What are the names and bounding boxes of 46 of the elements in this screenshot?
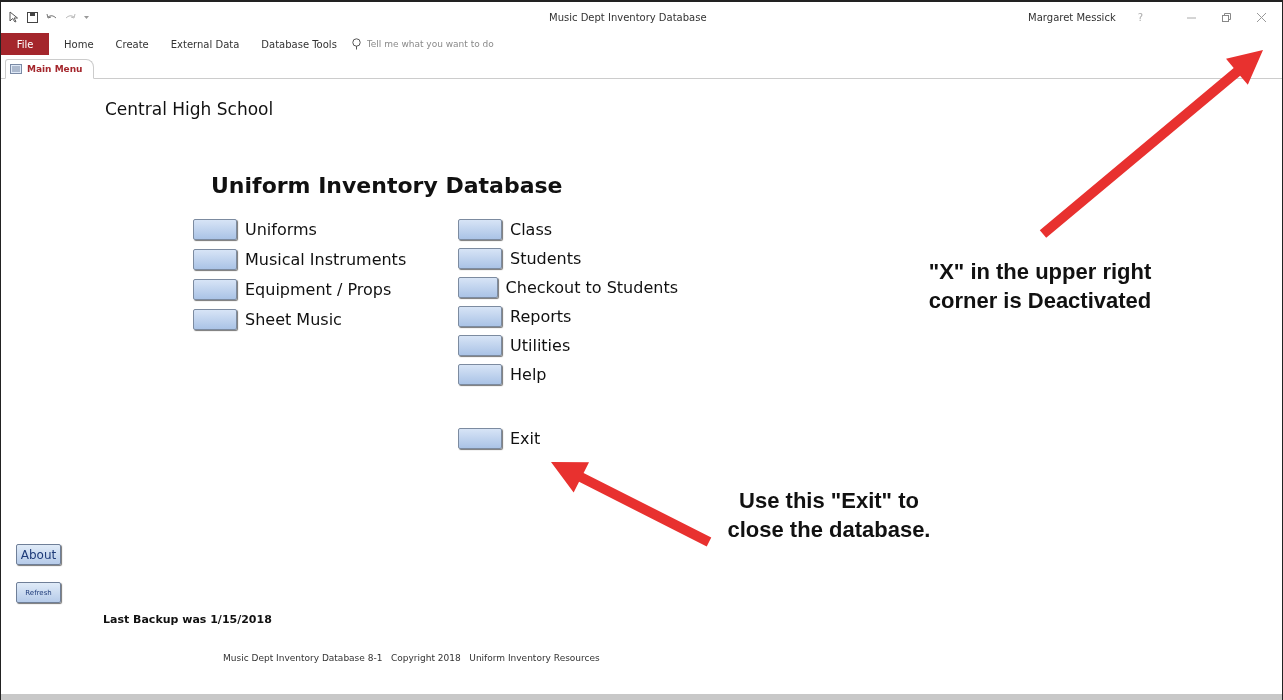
annotation-text: "X" in the upper right corner is Deactivated bbox=[927, 258, 1153, 315]
redo-icon[interactable] bbox=[65, 12, 76, 22]
exit-button[interactable] bbox=[458, 427, 502, 449]
menu-label: Sheet Music bbox=[245, 309, 342, 329]
menu-label: Class bbox=[510, 219, 553, 239]
menu-button[interactable] bbox=[193, 248, 237, 270]
menu-button[interactable] bbox=[458, 276, 498, 298]
dropdown-icon[interactable] bbox=[84, 14, 89, 20]
user-name: Margaret Messick bbox=[1028, 11, 1116, 23]
undo-icon[interactable] bbox=[46, 12, 57, 22]
menu-label: Reports bbox=[510, 306, 572, 326]
save-icon[interactable] bbox=[27, 11, 38, 23]
ribbon-tab[interactable]: Database Tools bbox=[250, 33, 348, 55]
ribbon-tab[interactable]: Home bbox=[53, 33, 105, 55]
menu-button[interactable] bbox=[193, 308, 237, 330]
menu-button[interactable] bbox=[458, 247, 502, 269]
cursor-icon[interactable] bbox=[9, 11, 19, 23]
annotation-text: Use this "Exit" to close the database. bbox=[726, 487, 932, 544]
restore-button[interactable] bbox=[1222, 12, 1231, 22]
exit-label: Exit bbox=[510, 428, 541, 448]
menu-label: Utilities bbox=[510, 335, 571, 355]
ribbon-tab[interactable]: External Data bbox=[159, 33, 251, 55]
menu-button[interactable] bbox=[458, 218, 502, 240]
menu-button[interactable] bbox=[193, 278, 237, 300]
menu-label: Uniforms bbox=[245, 219, 317, 239]
last-backup-text: Last Backup was 1/15/2018 bbox=[103, 613, 273, 626]
menu-label: Musical Instruments bbox=[245, 249, 407, 269]
form-heading: Uniform Inventory Database bbox=[211, 173, 564, 198]
ribbon-tab[interactable]: Create bbox=[104, 33, 160, 55]
school-name: Central High School bbox=[105, 99, 275, 119]
window-title: Music Dept Inventory Database bbox=[549, 11, 708, 23]
menu-button[interactable] bbox=[458, 334, 502, 356]
footer-text: Music Dept Inventory Database 8-1 Copyright 2018 Uniform Inventory Resources bbox=[223, 653, 601, 663]
menu-button[interactable] bbox=[458, 363, 502, 385]
side-button[interactable]: About bbox=[16, 544, 61, 565]
menu-button[interactable] bbox=[193, 218, 237, 240]
menu-label: Equipment / Props bbox=[245, 279, 392, 299]
menu-label: Students bbox=[510, 248, 582, 268]
form-icon bbox=[10, 64, 22, 74]
menu-label: Checkout to Students bbox=[505, 277, 678, 297]
menu-button[interactable] bbox=[458, 305, 502, 327]
close-button[interactable] bbox=[1257, 12, 1266, 22]
menu-label: Help bbox=[510, 364, 547, 384]
file-tab[interactable]: File bbox=[1, 33, 49, 55]
lightbulb-icon bbox=[351, 38, 361, 50]
document-tab[interactable]: Main Menu bbox=[5, 59, 94, 79]
